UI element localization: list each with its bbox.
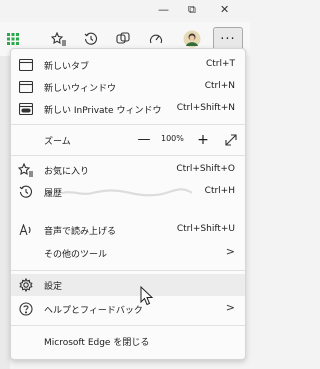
page-edge (0, 56, 10, 369)
menu-item-new-inprivate[interactable]: 新しい InPrivate ウィンドウ Ctrl+Shift+N (11, 98, 245, 120)
menu-item-more-tools[interactable]: その他のツール > (11, 242, 245, 264)
menu-item-new-tab[interactable]: 新しいタブ Ctrl+T (11, 54, 245, 76)
performance-icon[interactable] (145, 29, 167, 49)
menu-item-close-edge[interactable]: Microsoft Edge を閉じる (11, 330, 245, 352)
menu-divider (11, 155, 245, 156)
history-icon[interactable] (80, 29, 102, 49)
inprivate-icon (18, 101, 34, 117)
menu-item-zoom: ズーム — 100% + (11, 129, 245, 151)
collections-icon[interactable] (112, 29, 134, 49)
menu-item-new-window[interactable]: 新しいウィンドウ Ctrl+N (11, 76, 245, 98)
zoom-in-button[interactable]: + (194, 131, 212, 149)
torn-edge (62, 188, 192, 198)
new-window-icon (18, 79, 34, 95)
zoom-level: 100% (161, 134, 184, 143)
zoom-out-button[interactable]: — (135, 131, 153, 149)
menu-item-read-aloud[interactable]: 音声で読み上げる Ctrl+Shift+U (11, 219, 245, 241)
mouse-cursor-icon (140, 286, 154, 306)
favorites-icon[interactable] (48, 29, 70, 49)
read-aloud-icon (18, 222, 34, 238)
restore-button[interactable]: ⧉ (188, 3, 196, 17)
gear-icon (18, 277, 34, 293)
new-tab-icon (18, 57, 34, 73)
minimize-button[interactable]: — (158, 3, 169, 16)
chevron-right-icon: > (225, 245, 235, 258)
fullscreen-icon[interactable] (223, 132, 239, 148)
menu-divider (11, 270, 245, 271)
menu-item-help-feedback[interactable]: ヘルプとフィードバック > (11, 298, 245, 320)
chevron-right-icon: > (225, 301, 235, 314)
help-icon (18, 301, 34, 317)
menu-divider (11, 124, 245, 125)
menu-divider (11, 325, 245, 326)
menu-item-settings[interactable]: 設定 (11, 274, 245, 296)
settings-and-more-menu: 新しいタブ Ctrl+T 新しいウィンドウ Ctrl+N 新しい InPriva… (10, 48, 246, 360)
close-window-button[interactable]: ✕ (220, 3, 229, 16)
profile-avatar[interactable] (181, 29, 203, 49)
title-bar: — ⧉ ✕ (0, 0, 250, 22)
apps-icon[interactable] (2, 29, 24, 49)
